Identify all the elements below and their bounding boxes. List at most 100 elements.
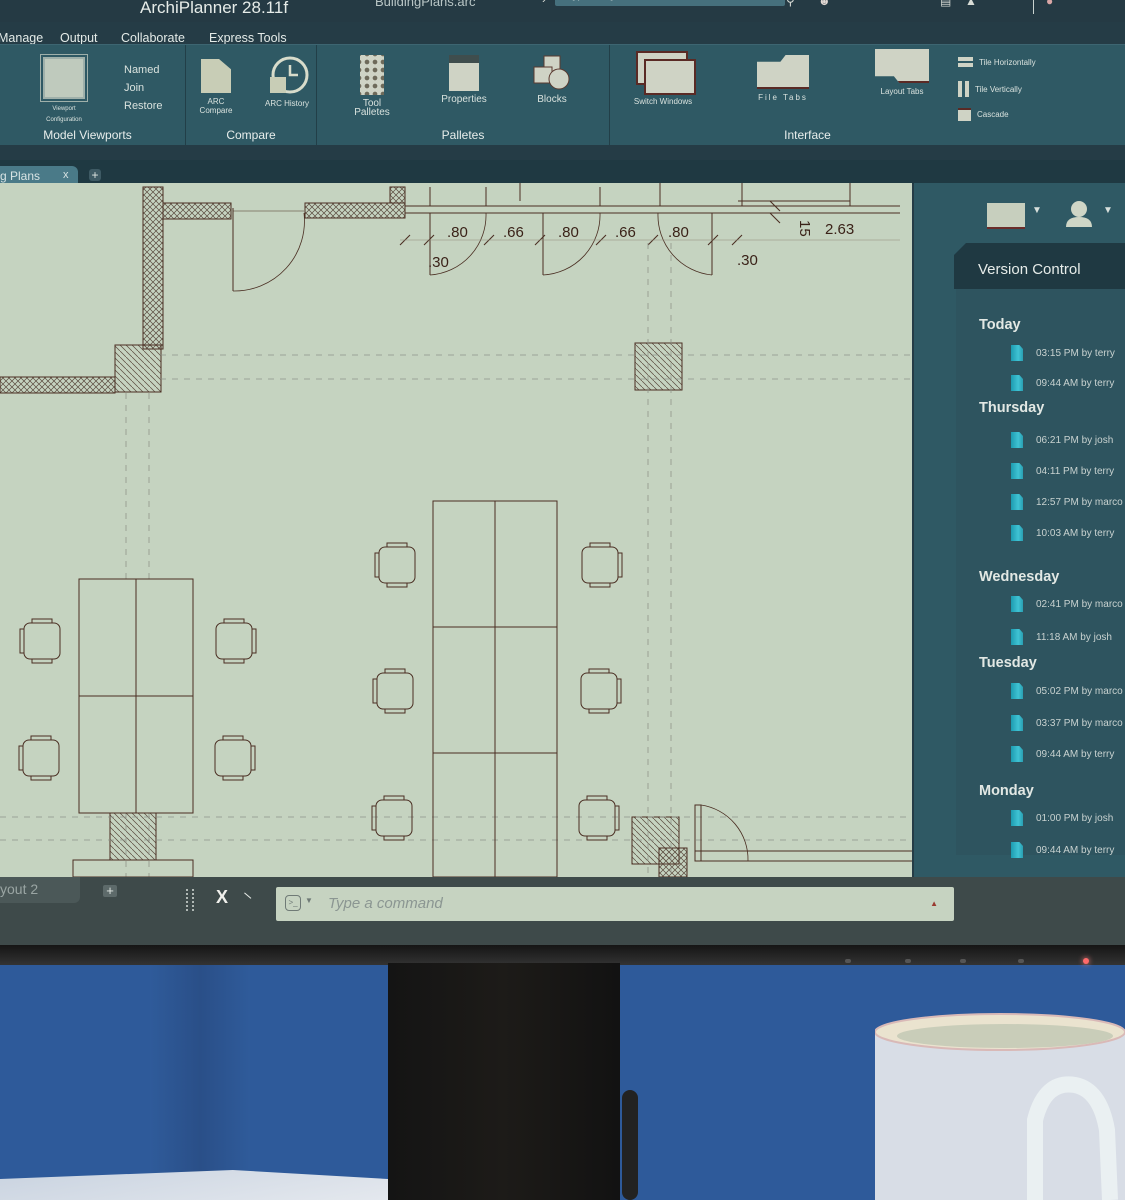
tab-label: g Plans	[0, 169, 41, 183]
arc-compare-button[interactable]: ARC Compare	[196, 59, 236, 115]
menu-collaborate[interactable]: Collaborate	[121, 31, 185, 45]
document-icon	[1011, 810, 1023, 826]
day-heading: Wednesday	[979, 569, 1060, 585]
chevron-down-icon[interactable]: ▼	[1032, 205, 1042, 216]
divider	[1033, 0, 1034, 14]
viewport-actions: Named Join Restore	[124, 61, 163, 115]
user-avatar-icon[interactable]	[1064, 199, 1094, 229]
properties-icon	[449, 55, 479, 91]
document-icon	[1011, 494, 1023, 510]
version-entry-label: 05:02 PM by marco	[1036, 685, 1123, 697]
version-entry[interactable]: 11:18 AM by josh	[1011, 629, 1112, 645]
menu-express-tools[interactable]: Express Tools	[209, 31, 287, 45]
chevron-down-icon[interactable]: ▼	[305, 896, 313, 905]
chevron-down-icon[interactable]: ▼	[1103, 205, 1113, 216]
day-heading: Tuesday	[979, 655, 1037, 671]
version-entry[interactable]: 03:37 PM by marco	[1011, 715, 1123, 731]
help-icon[interactable]: ●	[1046, 0, 1053, 8]
command-input[interactable]: >_ ▼ Type a command ▲	[276, 887, 954, 921]
add-layout-button[interactable]: +	[103, 884, 117, 897]
chair	[18, 735, 60, 781]
file-tabs-button[interactable]: File Tabs	[755, 55, 811, 102]
keyword-search-input[interactable]: Type a keyword	[555, 0, 785, 6]
version-entry-label: 12:57 PM by marco	[1036, 496, 1123, 508]
version-entry[interactable]: 01:00 PM by josh	[1011, 810, 1113, 826]
window-icon[interactable]	[987, 203, 1025, 229]
version-entry-label: 01:00 PM by josh	[1036, 812, 1114, 824]
monitor-button	[960, 959, 966, 963]
monitor-button	[845, 959, 851, 963]
cable	[622, 1090, 638, 1200]
cascade-button[interactable]: Cascade	[958, 108, 1009, 121]
file-tab-bar: g Plans x +	[0, 160, 1125, 186]
caret-up-icon[interactable]: ▲	[930, 899, 938, 908]
group-label: Interface	[784, 128, 831, 142]
arc-history-button[interactable]: ARC History	[262, 55, 312, 108]
search-icon[interactable]: ⚲	[786, 0, 795, 8]
cancel-command-button[interactable]: X	[216, 887, 228, 908]
version-entry[interactable]: 12:57 PM by marco	[1011, 494, 1123, 510]
version-entry[interactable]: 06:21 PM by josh	[1011, 432, 1113, 448]
menu-output[interactable]: Output	[60, 31, 98, 45]
document-icon	[1011, 375, 1023, 391]
version-entry[interactable]: 04:11 PM by terry	[1011, 463, 1114, 479]
drag-handle[interactable]	[186, 889, 194, 911]
blocks-label: Blocks	[537, 94, 567, 105]
tile-horizontally-button[interactable]: Tile Horizontally	[958, 57, 1036, 67]
tool-palletes-label: Tool Palletes	[354, 98, 390, 118]
document-icon	[1011, 596, 1023, 612]
blocks-button[interactable]: Blocks	[527, 55, 577, 105]
version-entry-label: 11:18 AM by josh	[1036, 631, 1112, 643]
join-button[interactable]: Join	[124, 79, 163, 97]
chair	[581, 542, 623, 588]
layout-tabs-button[interactable]: Layout Tabs	[872, 49, 932, 96]
file-name: BuildingPlans.arc	[375, 0, 476, 9]
power-led	[1083, 958, 1089, 964]
tile-horizontally-icon	[958, 57, 973, 67]
exchange-icon[interactable]: ▲	[965, 0, 977, 8]
title-bar: ArchiPlanner 28.11f BuildingPlans.arc › …	[0, 0, 1125, 22]
named-button[interactable]: Named	[124, 61, 163, 79]
coffee-mug	[875, 1013, 1125, 1200]
version-entry[interactable]: 05:02 PM by marco	[1011, 683, 1123, 699]
add-tab-button[interactable]: +	[89, 169, 101, 181]
ribbon-group-compare: ARC Compare ARC History Compare	[186, 45, 317, 145]
viewport-configuration-button[interactable]: Viewport Configuration	[36, 57, 92, 125]
tile-vertically-button[interactable]: Tile Vertically	[958, 81, 1022, 97]
monitor-screen: ArchiPlanner 28.11f BuildingPlans.arc › …	[0, 0, 1125, 945]
version-entry-label: 04:11 PM by terry	[1036, 465, 1115, 477]
menu-manage[interactable]: Manage	[0, 31, 43, 45]
restore-button[interactable]: Restore	[124, 97, 163, 115]
dimension-label: .66	[503, 224, 524, 241]
drawing-canvas[interactable]: .80 .66 .80 .66 .80 15 2.63 .30 .30	[0, 183, 912, 877]
version-entry[interactable]: 02:41 PM by marco	[1011, 596, 1123, 612]
command-bar: yout 2 + X ⎯ >_ ▼ Type a command ▲	[0, 877, 1125, 945]
monitor-bezel	[0, 945, 1125, 965]
dimension-label: .80	[447, 224, 468, 241]
close-tab-icon[interactable]: x	[63, 169, 69, 181]
version-entry[interactable]: 10:03 AM by terry	[1011, 525, 1114, 541]
cart-icon[interactable]: ▤	[940, 0, 951, 8]
blocks-icon	[533, 55, 570, 90]
chevron-icon[interactable]: ›	[542, 0, 546, 6]
chair	[374, 542, 416, 588]
layout-tab[interactable]: yout 2	[0, 877, 80, 903]
version-entry-label: 09:44 AM by terry	[1036, 748, 1115, 760]
version-entry[interactable]: 03:15 PM by terry	[1011, 345, 1115, 361]
app-title: ArchiPlanner 28.11f	[140, 0, 289, 17]
wrench-icon[interactable]: ⎯	[239, 885, 258, 906]
version-entry-label: 09:44 AM by terry	[1036, 377, 1115, 389]
dimension-label: .30	[428, 254, 449, 271]
cascade-label: Cascade	[977, 110, 1009, 119]
switch-windows-button[interactable]: Switch Windows	[632, 51, 696, 106]
properties-button[interactable]: Properties	[434, 55, 494, 105]
tool-palletes-button[interactable]: Tool Palletes	[347, 55, 397, 118]
door-swing	[232, 212, 305, 292]
version-entry[interactable]: 09:44 AM by terry	[1011, 746, 1114, 762]
version-entry[interactable]: 09:44 AM by terry	[1011, 842, 1114, 858]
tile-vertically-label: Tile Vertically	[975, 84, 1022, 94]
user-icon[interactable]: ☻	[818, 0, 831, 8]
version-entry[interactable]: 09:44 AM by terry	[1011, 375, 1114, 391]
day-heading: Monday	[979, 783, 1034, 799]
document-icon	[1011, 525, 1023, 541]
